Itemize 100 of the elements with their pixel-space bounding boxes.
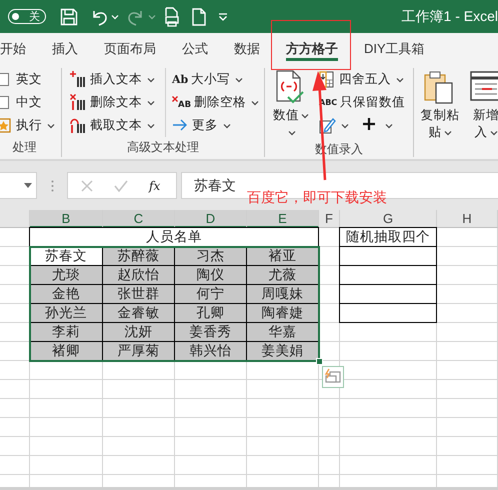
grid-cell <box>175 437 247 456</box>
drag-handle-icon[interactable] <box>51 180 54 192</box>
ribbon-tab[interactable]: 插入 <box>39 33 91 65</box>
table-cell: 人员名单 <box>29 227 319 247</box>
table-cell: 何宁 <box>174 284 247 304</box>
ribbon-menu-button[interactable]: 插入文本 <box>70 68 155 90</box>
table-cell: 尤薇 <box>246 265 319 285</box>
table-cell: 周嘎妹 <box>246 284 319 304</box>
grid-cell <box>103 456 175 475</box>
dropdown-icon <box>24 183 32 188</box>
save-icon[interactable] <box>60 8 78 26</box>
caret-icon <box>341 122 349 128</box>
grid-cell <box>319 418 340 437</box>
ribbon-button[interactable]: 复制粘 贴 <box>422 68 458 141</box>
caret-icon <box>147 76 155 82</box>
grid-cell <box>437 323 498 342</box>
pencil-icon <box>319 117 336 134</box>
extract-text-icon <box>70 117 87 134</box>
ribbon-button[interactable]: 数值 <box>273 68 309 141</box>
table-cell: 李莉 <box>29 322 103 342</box>
ribbon-tab[interactable]: 公式 <box>169 33 221 65</box>
table-cell: 尤琰 <box>29 265 103 285</box>
grid-cell <box>0 380 30 399</box>
ribbon-tab[interactable]: 数据 <box>221 33 273 65</box>
print-preview-icon[interactable] <box>164 6 180 26</box>
table-cell: 姜香秀 <box>174 322 247 342</box>
caret-icon <box>288 130 296 136</box>
grid-cell <box>247 437 319 456</box>
grid-cell <box>437 342 498 361</box>
grid-cell <box>103 418 175 437</box>
group-label: 处理 <box>12 138 36 156</box>
table-cell: 孔卿 <box>174 303 247 323</box>
grid-cell <box>175 399 247 418</box>
caret-icon <box>251 100 260 106</box>
grid-cell <box>0 418 30 437</box>
grid-cell <box>437 228 498 247</box>
column-header[interactable]: F <box>319 210 340 228</box>
grid-cell <box>175 418 247 437</box>
caret-icon <box>385 122 393 128</box>
ribbon-tab[interactable]: 开始 <box>0 33 39 65</box>
window-title: 工作簿1 - Excel <box>402 8 498 26</box>
grid-cell <box>319 456 340 475</box>
grid-cell <box>175 380 247 399</box>
grid-cell <box>0 437 30 456</box>
grid-cell <box>175 456 247 475</box>
checkbox-option[interactable]: 英文 <box>0 68 42 90</box>
autosave-toggle[interactable]: 关 <box>8 9 46 24</box>
ribbon-menu-button[interactable]: 执行 <box>0 114 55 136</box>
table-cell: 张世群 <box>102 284 175 304</box>
insert-function-button[interactable]: fx <box>149 178 160 192</box>
grid-cell <box>103 361 175 380</box>
table-cell: 金艳 <box>29 284 103 304</box>
quick-analysis-icon[interactable] <box>322 366 344 388</box>
caret-icon <box>396 76 404 82</box>
grid-cell <box>0 361 30 380</box>
column-header[interactable]: C <box>103 210 175 228</box>
ribbon-tab[interactable]: 页面布局 <box>91 33 169 65</box>
table-cell: 姜美娟 <box>246 341 319 361</box>
icon-label: Ab <box>172 73 188 86</box>
ribbon-menu-button[interactable]: 删除文本 <box>70 92 155 114</box>
grid-cell <box>103 399 175 418</box>
grid-cell <box>437 380 498 399</box>
ribbon-menu-button[interactable]: 截取文本 <box>70 114 155 136</box>
grid-cell <box>103 437 175 456</box>
table-cell: 陶睿婕 <box>246 303 319 323</box>
grid-cell <box>437 399 498 418</box>
caret-icon <box>223 122 231 128</box>
customize-icon[interactable] <box>218 12 228 20</box>
caret-icon <box>301 112 309 118</box>
grid-cell <box>103 380 175 399</box>
grid-cell <box>247 456 319 475</box>
cross-icon <box>172 96 178 102</box>
column-header[interactable]: B <box>30 210 103 228</box>
caret-icon[interactable] <box>111 14 119 20</box>
grid-cell <box>437 247 498 266</box>
new-file-icon[interactable] <box>192 8 206 26</box>
column-header[interactable]: D <box>175 210 247 228</box>
delete-text-icon <box>70 94 87 111</box>
ribbon-menu-button[interactable]: AB 删除空格 <box>172 92 260 114</box>
column-header[interactable]: E <box>247 210 319 228</box>
caret-icon <box>444 130 452 136</box>
caret-icon <box>235 76 244 82</box>
grid-cell <box>0 399 30 418</box>
ribbon-tab[interactable]: DIY工具箱 <box>351 33 438 65</box>
ribbon-menu-button[interactable]: Ab 大小写 <box>172 68 244 90</box>
group-label: 高级文本处理 <box>127 138 199 156</box>
column-header[interactable]: G <box>340 210 437 228</box>
fill-handle[interactable] <box>316 358 323 365</box>
ribbon-tab[interactable]: 方方格子 <box>273 33 351 65</box>
table-cell: 陶仪 <box>174 265 247 285</box>
grid-cell <box>247 399 319 418</box>
star-icon <box>0 117 13 134</box>
grid-cell <box>437 456 498 475</box>
grid-cell <box>437 266 498 285</box>
table-cell: 孙光兰 <box>29 303 103 323</box>
ribbon-menu-button[interactable]: 更多 <box>172 114 231 136</box>
column-header[interactable]: H <box>437 210 498 228</box>
checkbox-option[interactable]: 中文 <box>0 92 42 114</box>
grid-cell <box>437 285 498 304</box>
caret-icon <box>47 122 55 128</box>
